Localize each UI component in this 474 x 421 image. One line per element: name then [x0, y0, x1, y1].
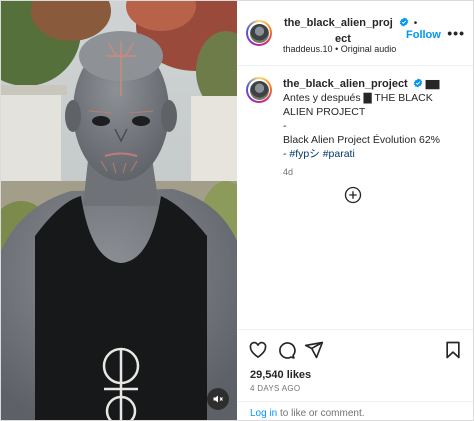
- author-name-block: the_black_alien_proj • ect: [284, 15, 417, 46]
- author-avatar[interactable]: [246, 20, 272, 46]
- caption-line-2: ALIEN PROJECT: [283, 106, 366, 118]
- verified-badge-icon: [413, 78, 422, 88]
- original-audio-link[interactable]: Original audio: [341, 44, 397, 54]
- login-prompt: Log in to like or comment.: [250, 408, 365, 419]
- caption-line-1: Antes y después ▇ THE BLACK: [283, 92, 433, 104]
- bookmark-icon[interactable]: [443, 340, 463, 360]
- audio-line: thaddeus.10 • Original audio: [283, 44, 397, 54]
- login-rest-text: to like or comment.: [277, 408, 365, 419]
- header-separator: •: [413, 18, 418, 29]
- post-actions: 29,540 likes 4 DAYS AGO Log in to like o…: [238, 329, 473, 420]
- post-video[interactable]: [1, 1, 237, 420]
- post-date: 4 DAYS AGO: [250, 384, 301, 393]
- share-icon[interactable]: [304, 340, 324, 360]
- login-link[interactable]: Log in: [250, 408, 277, 419]
- caption-username[interactable]: the_black_alien_project: [283, 78, 408, 90]
- follow-button[interactable]: Follow: [406, 29, 441, 41]
- login-bar: Log in to like or comment.: [238, 401, 473, 420]
- heart-icon[interactable]: [248, 340, 268, 360]
- hashtag-link[interactable]: #parati: [323, 148, 355, 160]
- post-dialog: the_black_alien_proj • ect Follow ••• th…: [0, 0, 474, 421]
- caption-flag: ▇▇: [425, 79, 440, 89]
- post-details-panel: the_black_alien_proj • ect Follow ••• th…: [238, 1, 473, 420]
- caption-line-3: -: [283, 120, 287, 132]
- verified-badge-icon: [400, 17, 409, 27]
- caption-age: 4d: [283, 167, 294, 177]
- plus-circle-icon[interactable]: [344, 186, 362, 204]
- caption-line-4: Black Alien Project Évolution 62%: [283, 134, 441, 146]
- caption-body: the_black_alien_project ▇▇ Antes y despu…: [283, 77, 468, 179]
- author-username[interactable]: the_black_alien_proj: [284, 17, 393, 29]
- caption-line-5: - #fypシ #parati: [283, 148, 355, 160]
- hashtag-link[interactable]: #fypシ: [289, 148, 319, 160]
- more-options-button[interactable]: •••: [447, 25, 465, 41]
- audio-user-link[interactable]: thaddeus.10: [283, 44, 333, 54]
- speaker-muted-icon: [213, 395, 223, 403]
- post-header: the_black_alien_proj • ect Follow ••• th…: [238, 1, 473, 66]
- caption-avatar[interactable]: [246, 77, 272, 103]
- video-frame-image: [1, 1, 237, 420]
- comment-icon[interactable]: [276, 340, 296, 360]
- mute-button[interactable]: [207, 388, 229, 410]
- like-count[interactable]: 29,540 likes: [250, 369, 311, 381]
